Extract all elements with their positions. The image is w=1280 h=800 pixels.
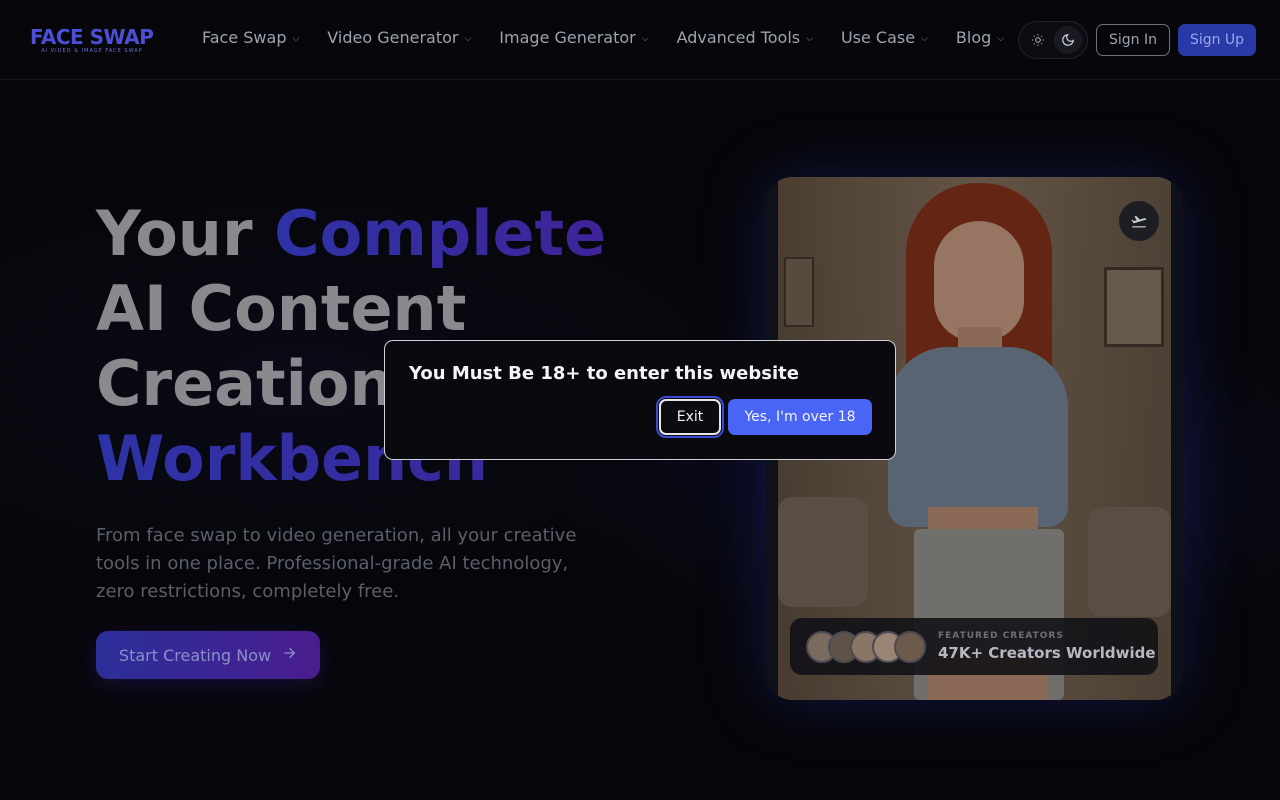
- creators-kicker: FEATURED CREATORS: [938, 631, 1064, 641]
- modal-title: You Must Be 18+ to enter this website: [409, 363, 799, 384]
- nav-item-use-case[interactable]: Use Case ⌵: [841, 28, 928, 47]
- arrow-right-icon: [281, 645, 297, 665]
- logo[interactable]: FACE SWAP AI VIDEO & IMAGE FACE SWAP: [30, 26, 154, 56]
- chevron-down-icon: ⌵: [997, 33, 1005, 44]
- age-verification-modal: You Must Be 18+ to enter this website Ex…: [384, 340, 896, 460]
- featured-creators-badge: FEATURED CREATORS 47K+ Creators Worldwid…: [790, 618, 1158, 675]
- nav-item-label: Blog: [955, 28, 992, 47]
- site-header: FACE SWAP AI VIDEO & IMAGE FACE SWAP Fac…: [0, 0, 1280, 80]
- plane-icon[interactable]: [1119, 201, 1159, 241]
- headline-accent-word: Complete: [274, 197, 607, 270]
- chevron-down-icon: ⌵: [464, 33, 472, 44]
- moon-icon[interactable]: [1054, 26, 1082, 54]
- chevron-down-icon: ⌵: [921, 33, 928, 44]
- exit-button[interactable]: Exit: [656, 396, 724, 438]
- sign-in-button[interactable]: Sign In: [1096, 24, 1170, 56]
- chevron-down-icon: ⌵: [641, 33, 649, 44]
- logo-text: FACE SWAP: [30, 25, 154, 49]
- start-creating-button[interactable]: Start Creating Now: [96, 631, 320, 679]
- chevron-down-icon: ⌵: [806, 33, 813, 44]
- nav-item-label: Advanced Tools: [676, 28, 801, 47]
- theme-toggle: [1018, 21, 1088, 59]
- nav-item-label: Use Case: [840, 28, 916, 47]
- hero-subtext: From face swap to video generation, all …: [96, 525, 577, 602]
- headline-line: AI Content: [96, 272, 467, 345]
- chevron-down-icon: ⌵: [292, 33, 300, 44]
- nav-item-video-generator[interactable]: Video Generator ⌵: [327, 28, 471, 47]
- nav-item-label: Image Generator: [499, 28, 636, 47]
- nav-item-label: Face Swap: [202, 28, 287, 47]
- creators-title: 47K+ Creators Worldwide: [938, 644, 1156, 662]
- confirm-age-button[interactable]: Yes, I'm over 18: [728, 399, 872, 435]
- nav-item-image-generator[interactable]: Image Generator ⌵: [499, 28, 648, 47]
- avatar: [894, 630, 926, 663]
- logo-tagline: AI VIDEO & IMAGE FACE SWAP: [41, 48, 143, 54]
- nav-item-face-swap[interactable]: Face Swap ⌵: [202, 28, 299, 47]
- sun-icon[interactable]: [1024, 26, 1052, 54]
- nav-item-advanced-tools[interactable]: Advanced Tools ⌵: [677, 28, 813, 47]
- main-nav: Face Swap ⌵ Video Generator ⌵ Image Gene…: [202, 28, 1004, 47]
- nav-item-blog[interactable]: Blog ⌵: [956, 28, 1004, 47]
- sign-up-button[interactable]: Sign Up: [1178, 24, 1256, 56]
- headline-word: Your: [96, 197, 253, 270]
- nav-item-label: Video Generator: [327, 28, 459, 47]
- cta-label: Start Creating Now: [118, 645, 272, 665]
- creator-avatars: [806, 630, 926, 663]
